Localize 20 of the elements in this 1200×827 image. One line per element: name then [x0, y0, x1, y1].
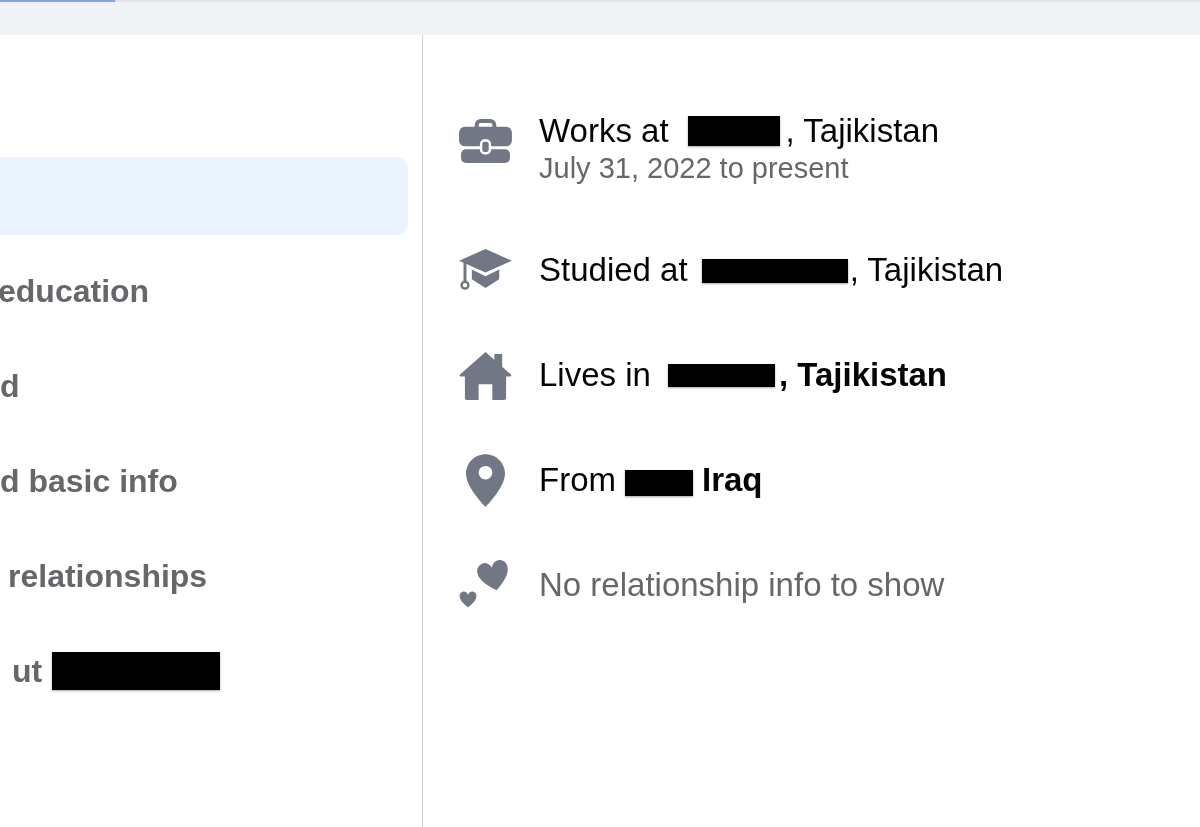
info-text: Studied at — [539, 250, 688, 290]
info-text: From — [539, 460, 616, 500]
sidebar-item[interactable]: ut — [0, 632, 408, 710]
info-text: , Tajikistan — [785, 111, 940, 151]
info-text: Works at — [539, 111, 669, 151]
info-text: Iraq — [702, 460, 763, 500]
graduation-cap-icon — [458, 248, 512, 292]
briefcase-icon — [458, 117, 512, 163]
info-text: Lives in — [539, 355, 651, 395]
sidebar-item[interactable]: d — [0, 347, 408, 425]
empty-info-text: No relationship info to show — [539, 565, 945, 605]
sidebar-item[interactable]: education — [0, 252, 406, 330]
house-icon — [458, 350, 512, 400]
date-range-text: July 31, 2022 to present — [539, 151, 850, 185]
sidebar-item[interactable]: d basic info — [0, 442, 408, 520]
sidebar-item[interactable]: relationships — [0, 537, 408, 615]
info-text: , Tajikistan — [778, 355, 947, 395]
info-text: , Tajikistan — [849, 250, 1004, 290]
redaction-bar — [625, 470, 693, 496]
map-pin-icon — [465, 453, 505, 507]
